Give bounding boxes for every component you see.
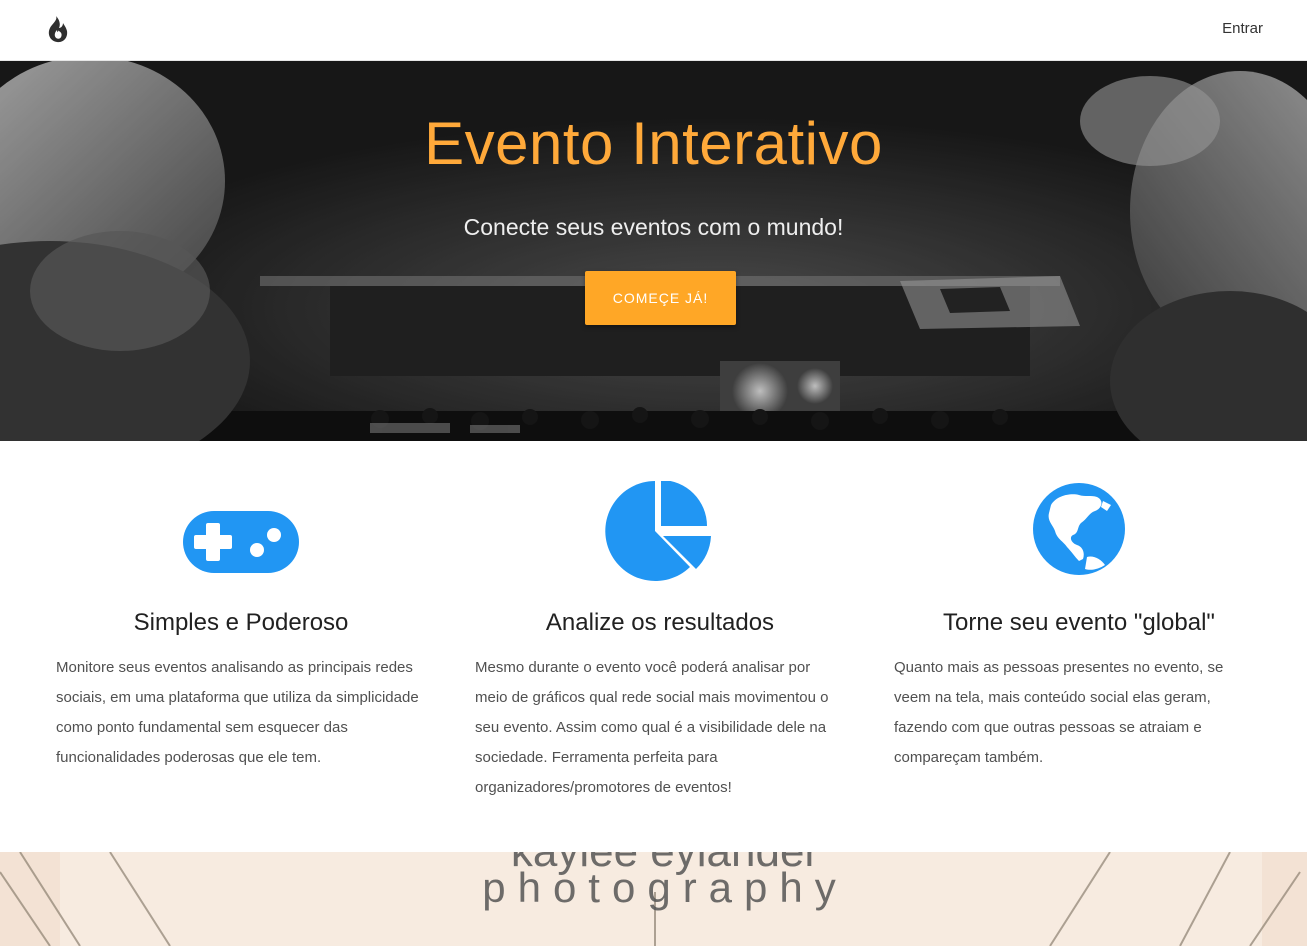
hero-section: Evento Interativo Conecte seus eventos c… — [0, 61, 1307, 441]
feature-description: Quanto mais as pessoas presentes no even… — [894, 659, 1224, 766]
feature-description: Mesmo durante o evento você poderá anali… — [475, 659, 829, 796]
pie-chart-icon — [605, 481, 711, 581]
features-section: Simples e Poderoso Monitore seus eventos… — [0, 441, 1307, 852]
hero-title: Evento Interativo — [424, 110, 883, 177]
hero-subtitle: Conecte seus eventos com o mundo! — [463, 214, 844, 240]
gamepad-icon — [183, 511, 299, 573]
feature-title: Simples e Poderoso — [133, 609, 349, 636]
login-link[interactable]: Entrar — [1222, 20, 1263, 37]
navbar: Entrar — [0, 0, 1307, 61]
globe-icon — [1033, 483, 1125, 575]
photography-background-image: kaylee eylander photography — [0, 852, 1307, 946]
feature-title: Analize os resultados — [545, 609, 775, 636]
feature-description: Monitore seus eventos analisando as prin… — [56, 659, 419, 766]
feature-title: Torne seu evento "global" — [943, 609, 1215, 636]
flame-icon[interactable] — [46, 15, 70, 43]
watermark-line2: photography — [482, 864, 848, 911]
parallax-image-band: kaylee eylander photography — [0, 852, 1307, 946]
get-started-button[interactable]: COMEÇE JÁ! — [585, 271, 736, 325]
